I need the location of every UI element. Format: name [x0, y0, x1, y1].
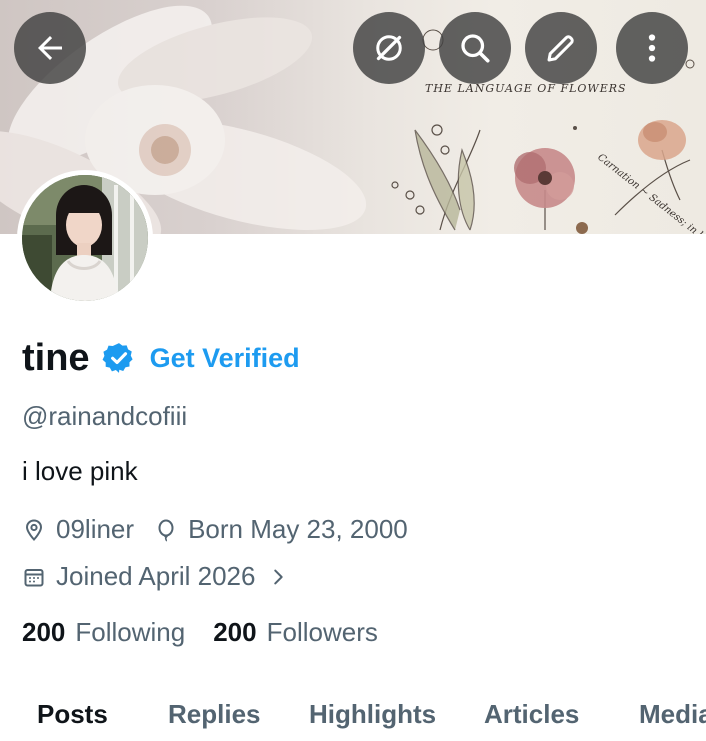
- followers-label: Followers: [266, 617, 378, 647]
- tab-highlights[interactable]: Highlights: [309, 699, 436, 730]
- get-verified-link[interactable]: Get Verified: [150, 343, 300, 374]
- profile-tabs: Posts Replies Highlights Articles Media: [0, 680, 706, 741]
- following-label: Following: [75, 617, 186, 647]
- tab-media[interactable]: Media: [639, 699, 706, 730]
- edit-button[interactable]: [525, 12, 597, 84]
- calendar-icon: [24, 568, 44, 586]
- location-text: 09liner: [56, 514, 135, 544]
- back-button[interactable]: [14, 12, 86, 84]
- pencil-icon: [547, 35, 574, 62]
- tab-articles[interactable]: Articles: [484, 699, 579, 730]
- display-name: tine: [22, 336, 90, 379]
- grok-button[interactable]: [353, 12, 425, 84]
- avatar[interactable]: [17, 170, 153, 306]
- grok-icon: [376, 35, 402, 61]
- more-vertical-icon: [648, 34, 656, 62]
- follow-stats: 200 Following 200 Followers: [22, 617, 406, 648]
- joined-row[interactable]: Joined April 2026: [22, 561, 299, 592]
- profile-meta-row: 09liner Born May 23, 2000: [22, 514, 428, 545]
- profile-handle: @rainandcofiii: [22, 401, 188, 431]
- more-button[interactable]: [616, 12, 688, 84]
- tab-replies[interactable]: Replies: [168, 699, 261, 730]
- balloon-icon: [158, 519, 174, 542]
- banner-caption: THE LANGUAGE OF FLOWERS: [425, 82, 627, 95]
- followers-count: 200: [213, 617, 257, 647]
- following-count: 200: [22, 617, 66, 647]
- location-pin-icon: [25, 518, 43, 541]
- joined-text: Joined April 2026: [56, 561, 256, 591]
- birthday-item: Born May 23, 2000: [154, 514, 408, 545]
- tab-posts[interactable]: Posts: [37, 699, 108, 730]
- search-button[interactable]: [439, 12, 511, 84]
- verified-badge-icon[interactable]: [102, 341, 136, 375]
- location-item: 09liner: [22, 514, 134, 545]
- following-link[interactable]: 200 Following: [22, 617, 185, 648]
- birthday-text: Born May 23, 2000: [188, 514, 408, 544]
- avatar-photo: [22, 175, 148, 301]
- profile-bio: i love pink: [22, 456, 138, 486]
- arrow-left-icon: [38, 36, 62, 60]
- chevron-right-icon: [274, 569, 284, 584]
- followers-link[interactable]: 200 Followers: [213, 617, 378, 648]
- search-icon: [461, 34, 490, 63]
- profile-name-row: tine Get Verified: [22, 336, 300, 380]
